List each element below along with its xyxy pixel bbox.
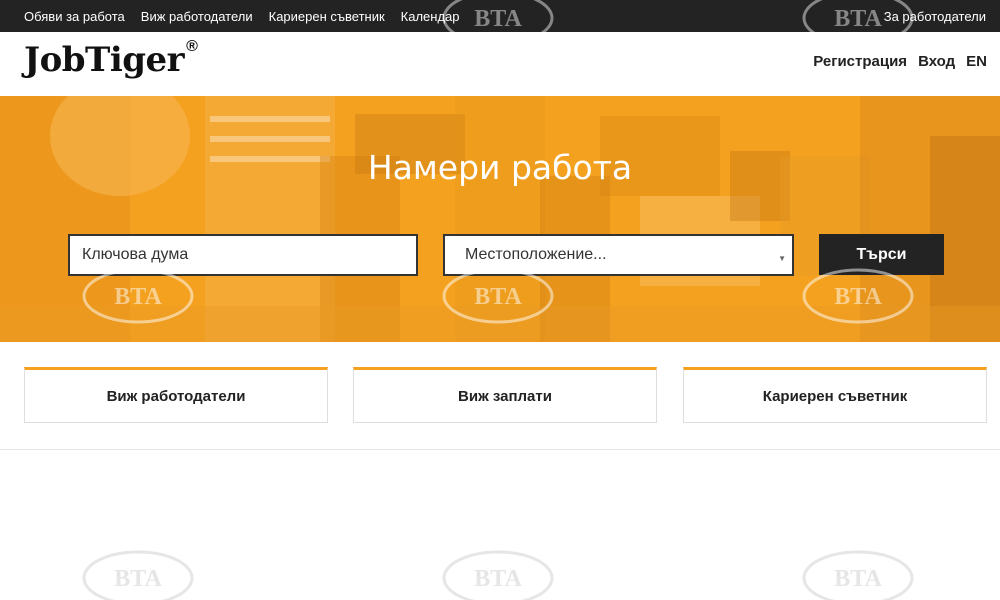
logo-text: JobTiger: [24, 40, 185, 80]
registered-mark: ®: [186, 37, 198, 55]
top-nav-links: Обяви за работа Виж работодатели Кариере…: [24, 0, 460, 32]
login-link[interactable]: Вход: [918, 53, 955, 70]
bta-watermark: BTA: [802, 550, 914, 600]
career-advisor-card-label: Кариерен съветник: [762, 387, 908, 405]
site-header: JobTiger ® Регистрация Вход EN: [0, 32, 1000, 96]
jobtiger-logo[interactable]: JobTiger ®: [24, 37, 198, 80]
hero-title: Намери работа: [367, 148, 633, 187]
svg-text:BTA: BTA: [834, 566, 882, 592]
section-divider: [0, 449, 1000, 450]
register-link[interactable]: Регистрация: [813, 53, 907, 70]
bta-watermark: BTA: [82, 550, 194, 600]
view-employers-card-label: Виж работодатели: [106, 387, 246, 405]
top-nav-bar: Обяви за работа Виж работодатели Кариере…: [0, 0, 1000, 32]
view-salaries-card[interactable]: Виж заплати: [353, 367, 657, 423]
top-nav-employers[interactable]: Виж работодатели: [141, 9, 253, 24]
top-nav-calendar[interactable]: Календар: [401, 9, 460, 24]
language-switch[interactable]: EN: [966, 53, 987, 70]
top-nav-career-advisor[interactable]: Кариерен съветник: [269, 9, 385, 24]
search-button[interactable]: Търси: [819, 234, 944, 275]
account-links: Регистрация Вход EN: [813, 32, 987, 90]
top-nav-job-ads[interactable]: Обяви за работа: [24, 9, 125, 24]
hero-background-photo: [0, 96, 1000, 342]
location-select-placeholder: Местоположение...: [465, 246, 607, 263]
svg-text:BTA: BTA: [474, 566, 522, 592]
svg-text:BTA: BTA: [114, 566, 162, 592]
location-select[interactable]: Местоположение... ▼: [443, 234, 794, 276]
for-employers-link[interactable]: За работодатели: [884, 9, 986, 24]
view-salaries-card-label: Виж заплати: [458, 387, 552, 405]
hero-search-banner: Намери работа Местоположение... ▼ Търси: [0, 96, 1000, 342]
bta-watermark: BTA: [442, 550, 554, 600]
view-employers-card[interactable]: Виж работодатели: [24, 367, 328, 423]
keyword-search-input[interactable]: [68, 234, 418, 276]
dropdown-arrow-icon: ▼: [778, 254, 786, 263]
career-advisor-card[interactable]: Кариерен съветник: [683, 367, 987, 423]
